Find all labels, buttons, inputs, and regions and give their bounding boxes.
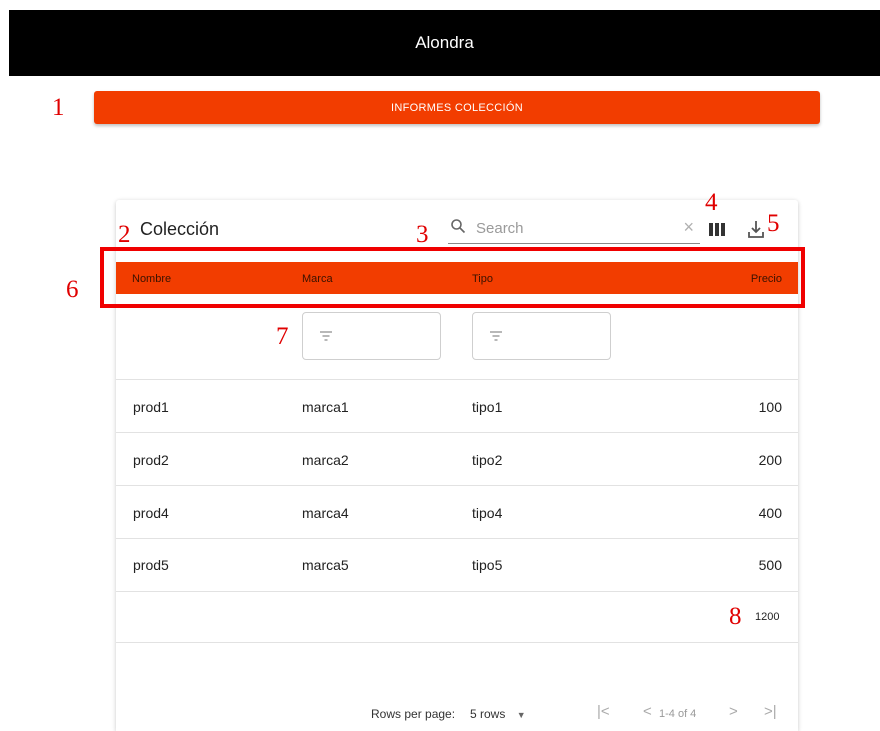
last-page-icon[interactable]: >|	[764, 703, 777, 720]
search-field[interactable]: ×	[448, 215, 700, 244]
row-divider	[116, 642, 798, 643]
cell-nombre: prod1	[133, 399, 169, 415]
rows-per-page-select[interactable]: 5 rows ▼	[470, 707, 526, 721]
cell-tipo: tipo2	[472, 452, 503, 468]
cell-precio: 500	[758, 557, 782, 573]
row-divider	[116, 379, 798, 380]
cell-marca: marca4	[302, 505, 349, 521]
pagination-range: 1-4 of 4	[659, 708, 697, 720]
row-divider	[116, 538, 798, 539]
filter-icon	[320, 331, 332, 341]
search-input[interactable]	[476, 218, 666, 238]
annotation-8: 8	[729, 603, 742, 630]
next-page-icon[interactable]: >	[729, 703, 738, 720]
annotation-4: 4	[705, 189, 718, 216]
prev-page-icon[interactable]: <	[643, 703, 652, 720]
filter-icon	[490, 331, 502, 341]
app-bar: Alondra	[9, 10, 880, 76]
annotation-7: 7	[276, 323, 289, 350]
precio-total: 1200	[755, 611, 780, 623]
annotation-2: 2	[118, 221, 131, 248]
cell-tipo: tipo4	[472, 505, 503, 521]
row-divider	[116, 485, 798, 486]
cell-marca: marca2	[302, 452, 349, 468]
rows-per-page-label: Rows per page:	[371, 707, 456, 721]
row-divider	[116, 591, 798, 592]
view-column-icon[interactable]	[709, 223, 725, 236]
cell-nombre: prod4	[133, 505, 169, 521]
cell-precio: 200	[758, 452, 782, 468]
clear-icon[interactable]: ×	[683, 217, 694, 237]
header-highlight-box	[100, 247, 805, 308]
first-page-icon[interactable]: |<	[597, 703, 610, 720]
download-icon[interactable]	[746, 219, 766, 239]
cell-nombre: prod5	[133, 557, 169, 573]
rows-per-page-value: 5 rows	[470, 707, 506, 721]
filter-tipo-input[interactable]	[472, 312, 611, 360]
annotation-5: 5	[767, 210, 780, 237]
search-icon	[451, 219, 466, 234]
cell-precio: 400	[758, 505, 782, 521]
cell-nombre: prod2	[133, 452, 169, 468]
table-title: Colección	[140, 219, 220, 239]
report-button-label: INFORMES COLECCIÓN	[391, 101, 523, 114]
app-title: Alondra	[415, 33, 474, 52]
cell-marca: marca5	[302, 557, 349, 573]
row-divider	[116, 432, 798, 433]
annotation-3: 3	[416, 221, 429, 248]
cell-marca: marca1	[302, 399, 349, 415]
informes-coleccion-button[interactable]: INFORMES COLECCIÓN	[94, 91, 820, 124]
dropdown-arrow-icon: ▼	[516, 710, 526, 720]
annotation-6: 6	[66, 276, 79, 303]
cell-tipo: tipo1	[472, 399, 503, 415]
filter-marca-input[interactable]	[302, 312, 441, 360]
cell-tipo: tipo5	[472, 557, 503, 573]
cell-precio: 100	[758, 399, 782, 415]
annotation-1: 1	[52, 94, 65, 121]
